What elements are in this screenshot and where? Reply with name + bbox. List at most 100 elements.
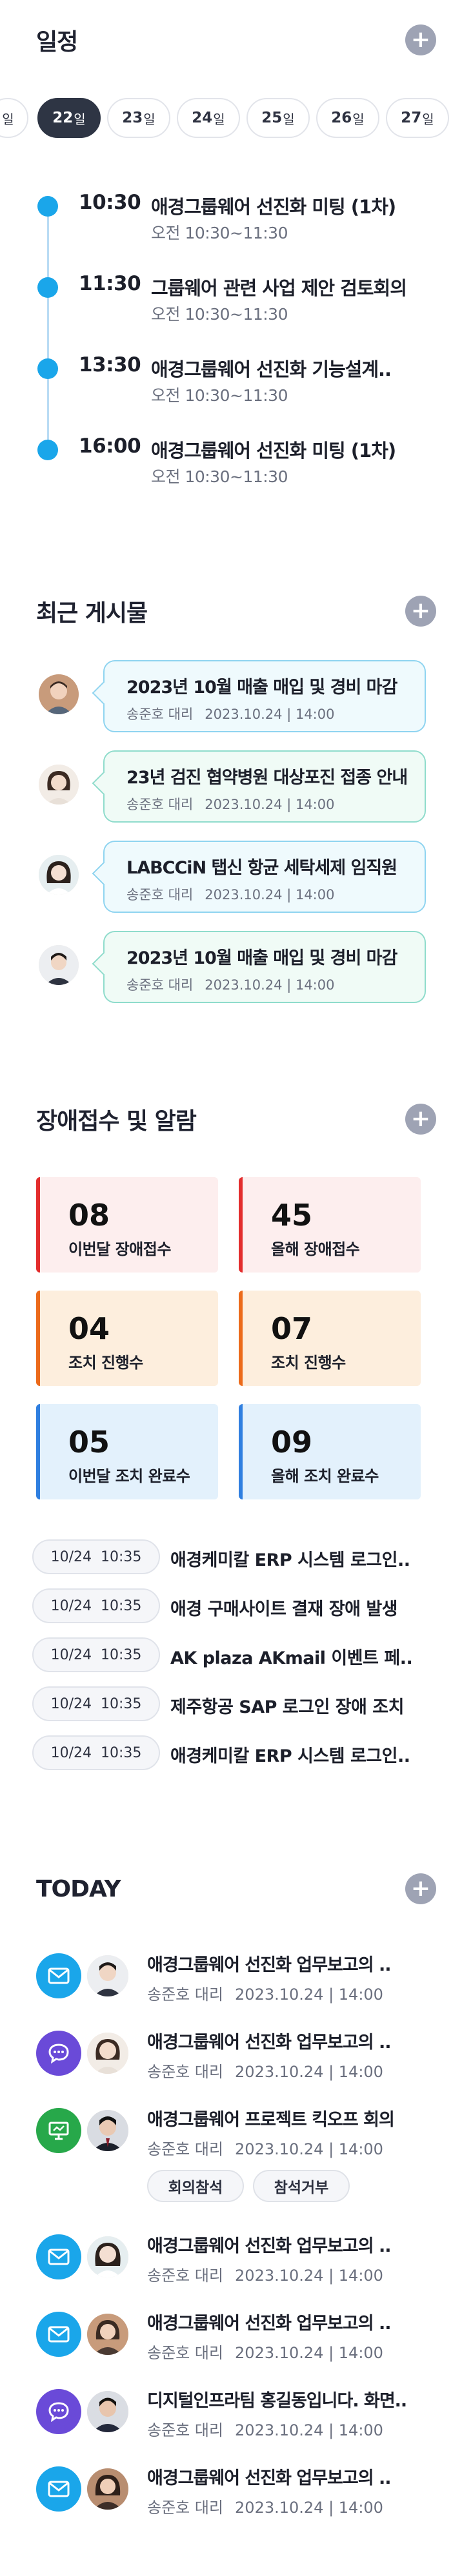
post-author: 송준호 대리: [126, 797, 194, 812]
alarm-text: 애경케미칼 ERP 시스템 로그인..: [170, 1550, 410, 1570]
avatar: [39, 945, 79, 985]
today-title: TODAY: [36, 1875, 121, 1902]
date-tab-25[interactable]: 25 일: [246, 98, 310, 138]
post-bubble: 2023년 10월 매출 매입 및 경비 마감 송준호 대리 2023.10.24…: [103, 931, 426, 1003]
avatar: [85, 2312, 130, 2357]
avatar: [85, 2234, 130, 2279]
alarm-item[interactable]: 10/24 10:35 애경케미칼 ERP 시스템 로그인..: [32, 1735, 432, 1771]
alarm-item[interactable]: 10/24 10:35 AK plaza AKmail 이벤트 페..: [32, 1637, 432, 1673]
today-add-button[interactable]: +: [405, 1873, 436, 1904]
today-date: 2023.10.24 | 14:00: [235, 2267, 383, 2285]
posts-add-button[interactable]: +: [405, 596, 436, 627]
today-item-title: 애경그룹웨어 선진화 업무보고의 ..: [147, 2314, 391, 2334]
today-item-meta: 송준호 대리 2023.10.24 | 14:00: [147, 1982, 383, 2004]
schedule-range: 오전 10:30~11:30: [151, 467, 288, 486]
stat-card-monthly-done[interactable]: 05 이번달 조치 완료수: [36, 1404, 218, 1499]
mail-icon: [36, 2312, 81, 2357]
post-author: 송준호 대리: [126, 707, 194, 722]
faults-header: 장애접수 및 알람 +: [36, 1100, 436, 1138]
post-title: LABCCiN 탭신 항균 세탁세제 임직원: [126, 858, 397, 878]
mail-icon: [36, 2466, 81, 2512]
post-bubble: 2023년 10월 매출 매입 및 경비 마감 송준호 대리 2023.10.24…: [103, 660, 426, 732]
stat-card-in-progress[interactable]: 04 조치 진행수: [36, 1291, 218, 1386]
date-tab-27[interactable]: 27 일: [386, 98, 449, 138]
date-tab-24[interactable]: 24 일: [177, 98, 240, 138]
stat-card-in-progress-2[interactable]: 07 조치 진행수: [239, 1291, 421, 1386]
attend-meeting-button[interactable]: 회의참석: [147, 2170, 244, 2202]
today-date: 2023.10.24 | 14:00: [235, 1986, 383, 2004]
alarm-text: 애경케미칼 ERP 시스템 로그인..: [170, 1746, 410, 1766]
date-tabs: 일 22 일 23 일 24 일 25 일 26 일 27 일: [0, 98, 462, 139]
alarm-text: 제주항공 SAP 로그인 장애 조치: [170, 1697, 404, 1717]
faults-add-button[interactable]: +: [405, 1104, 436, 1135]
post-title: 2023년 10월 매출 매입 및 경비 마감: [126, 948, 397, 968]
avatar: [85, 1953, 130, 1998]
alarm-item[interactable]: 10/24 10:35 제주항공 SAP 로그인 장애 조치: [32, 1686, 432, 1722]
avatar: [85, 2389, 130, 2434]
post-bubble: 23년 검진 협약병원 대상포진 접종 안내 송준호 대리 2023.10.24 …: [103, 750, 426, 823]
timeline-dot: [37, 358, 58, 379]
today-item[interactable]: 애경그룹웨어 프로젝트 킥오프 회의 송준호 대리 2023.10.24 | 14…: [36, 2103, 436, 2206]
post-date: 2023.10.24 | 14:00: [205, 977, 335, 993]
post-date: 2023.10.24 | 14:00: [205, 887, 335, 903]
date-tab-23[interactable]: 23 일: [107, 98, 170, 138]
schedule-title: 일정: [36, 29, 78, 55]
today-item[interactable]: 애경그룹웨어 선진화 업무보고의 .. 송준호 대리 2023.10.24 | 1…: [36, 1948, 436, 2019]
today-item[interactable]: 디지털인프라팀 홍길동입니다. 화면.. 송준호 대리 2023.10.24 | …: [36, 2384, 436, 2455]
alarm-time: 10/24 10:35: [32, 1637, 160, 1672]
schedule-title-text: 애경그룹웨어 선진화 미팅 (1차): [151, 196, 396, 218]
stat-value: 45: [271, 1198, 313, 1233]
schedule-time: 16:00: [79, 434, 141, 458]
today-author: 송준호 대리: [147, 2267, 224, 2285]
alarm-text: AK plaza AKmail 이벤트 페..: [170, 1648, 413, 1668]
chat-icon: [36, 2389, 81, 2434]
alarm-time: 10/24 10:35: [32, 1539, 160, 1574]
stat-card-monthly-received[interactable]: 08 이번달 장애접수: [36, 1177, 218, 1273]
schedule-item[interactable]: 10:30 애경그룹웨어 선진화 미팅 (1차) 오전 10:30~11:30: [37, 191, 437, 242]
schedule-time: 11:30: [79, 272, 141, 295]
alarm-text: 애경 구매사이트 결재 장애 발생: [170, 1599, 398, 1619]
schedule-title-text: 그룹웨어 관련 사업 제안 검토회의: [151, 277, 407, 299]
alarm-time: 10/24 10:35: [32, 1588, 160, 1623]
schedule-item[interactable]: 13:30 애경그룹웨어 선진화 기능설계.. 오전 10:30~11:30: [37, 353, 437, 405]
post-item[interactable]: 23년 검진 협약병원 대상포진 접종 안내 송준호 대리 2023.10.24 …: [36, 750, 426, 823]
today-author: 송준호 대리: [147, 2421, 224, 2439]
today-item-meta: 송준호 대리 2023.10.24 | 14:00: [147, 2495, 383, 2517]
today-item[interactable]: 애경그룹웨어 선진화 업무보고의 .. 송준호 대리 2023.10.24 | 1…: [36, 2461, 436, 2532]
stat-card-yearly-done[interactable]: 09 올해 조치 완료수: [239, 1404, 421, 1499]
post-item[interactable]: 2023년 10월 매출 매입 및 경비 마감 송준호 대리 2023.10.24…: [36, 931, 426, 1003]
alarm-time: 10/24 10:35: [32, 1686, 160, 1721]
schedule-item[interactable]: 16:00 애경그룹웨어 선진화 미팅 (1차) 오전 10:30~11:30: [37, 434, 437, 486]
post-item[interactable]: 2023년 10월 매출 매입 및 경비 마감 송준호 대리 2023.10.24…: [36, 660, 426, 732]
alarm-item[interactable]: 10/24 10:35 애경케미칼 ERP 시스템 로그인..: [32, 1539, 432, 1576]
schedule-range: 오전 10:30~11:30: [151, 386, 288, 405]
avatar: [85, 2108, 130, 2153]
schedule-range: 오전 10:30~11:30: [151, 224, 288, 242]
date-tab-22[interactable]: 22 일: [37, 98, 101, 138]
today-item[interactable]: 애경그룹웨어 선진화 업무보고의 .. 송준호 대리 2023.10.24 | 1…: [36, 2307, 436, 2377]
today-item[interactable]: 애경그룹웨어 선진화 업무보고의 .. 송준호 대리 2023.10.24 | 1…: [36, 2229, 436, 2300]
stat-value: 08: [68, 1198, 110, 1233]
schedule-time: 13:30: [79, 353, 141, 376]
chat-icon: [36, 2031, 81, 2076]
date-tab-26[interactable]: 26 일: [316, 98, 379, 138]
stat-value: 09: [271, 1425, 313, 1459]
date-tab-21[interactable]: 일: [0, 98, 28, 138]
today-date: 2023.10.24 | 14:00: [235, 2344, 383, 2362]
decline-meeting-button[interactable]: 참석거부: [253, 2170, 350, 2202]
plus-icon: +: [410, 598, 431, 624]
schedule-item[interactable]: 11:30 그룹웨어 관련 사업 제안 검토회의 오전 10:30~11:30: [37, 272, 437, 324]
schedule-title-text: 애경그룹웨어 선진화 기능설계..: [151, 358, 392, 380]
stat-card-yearly-received[interactable]: 45 올해 장애접수: [239, 1177, 421, 1273]
today-author: 송준호 대리: [147, 2499, 224, 2517]
today-date: 2023.10.24 | 14:00: [235, 2499, 383, 2517]
avatar: [85, 2466, 130, 2512]
schedule-header: 일정 +: [36, 21, 436, 59]
today-item[interactable]: 애경그룹웨어 선진화 업무보고의 .. 송준호 대리 2023.10.24 | 1…: [36, 2025, 436, 2096]
timeline-dot: [37, 277, 58, 298]
avatar: [39, 765, 79, 805]
alarm-item[interactable]: 10/24 10:35 애경 구매사이트 결재 장애 발생: [32, 1588, 432, 1625]
schedule-add-button[interactable]: +: [405, 24, 436, 55]
post-item[interactable]: LABCCiN 탭신 항균 세탁세제 임직원 송준호 대리 2023.10.24 …: [36, 841, 426, 913]
schedule-title-text: 애경그룹웨어 선진화 미팅 (1차): [151, 440, 396, 462]
